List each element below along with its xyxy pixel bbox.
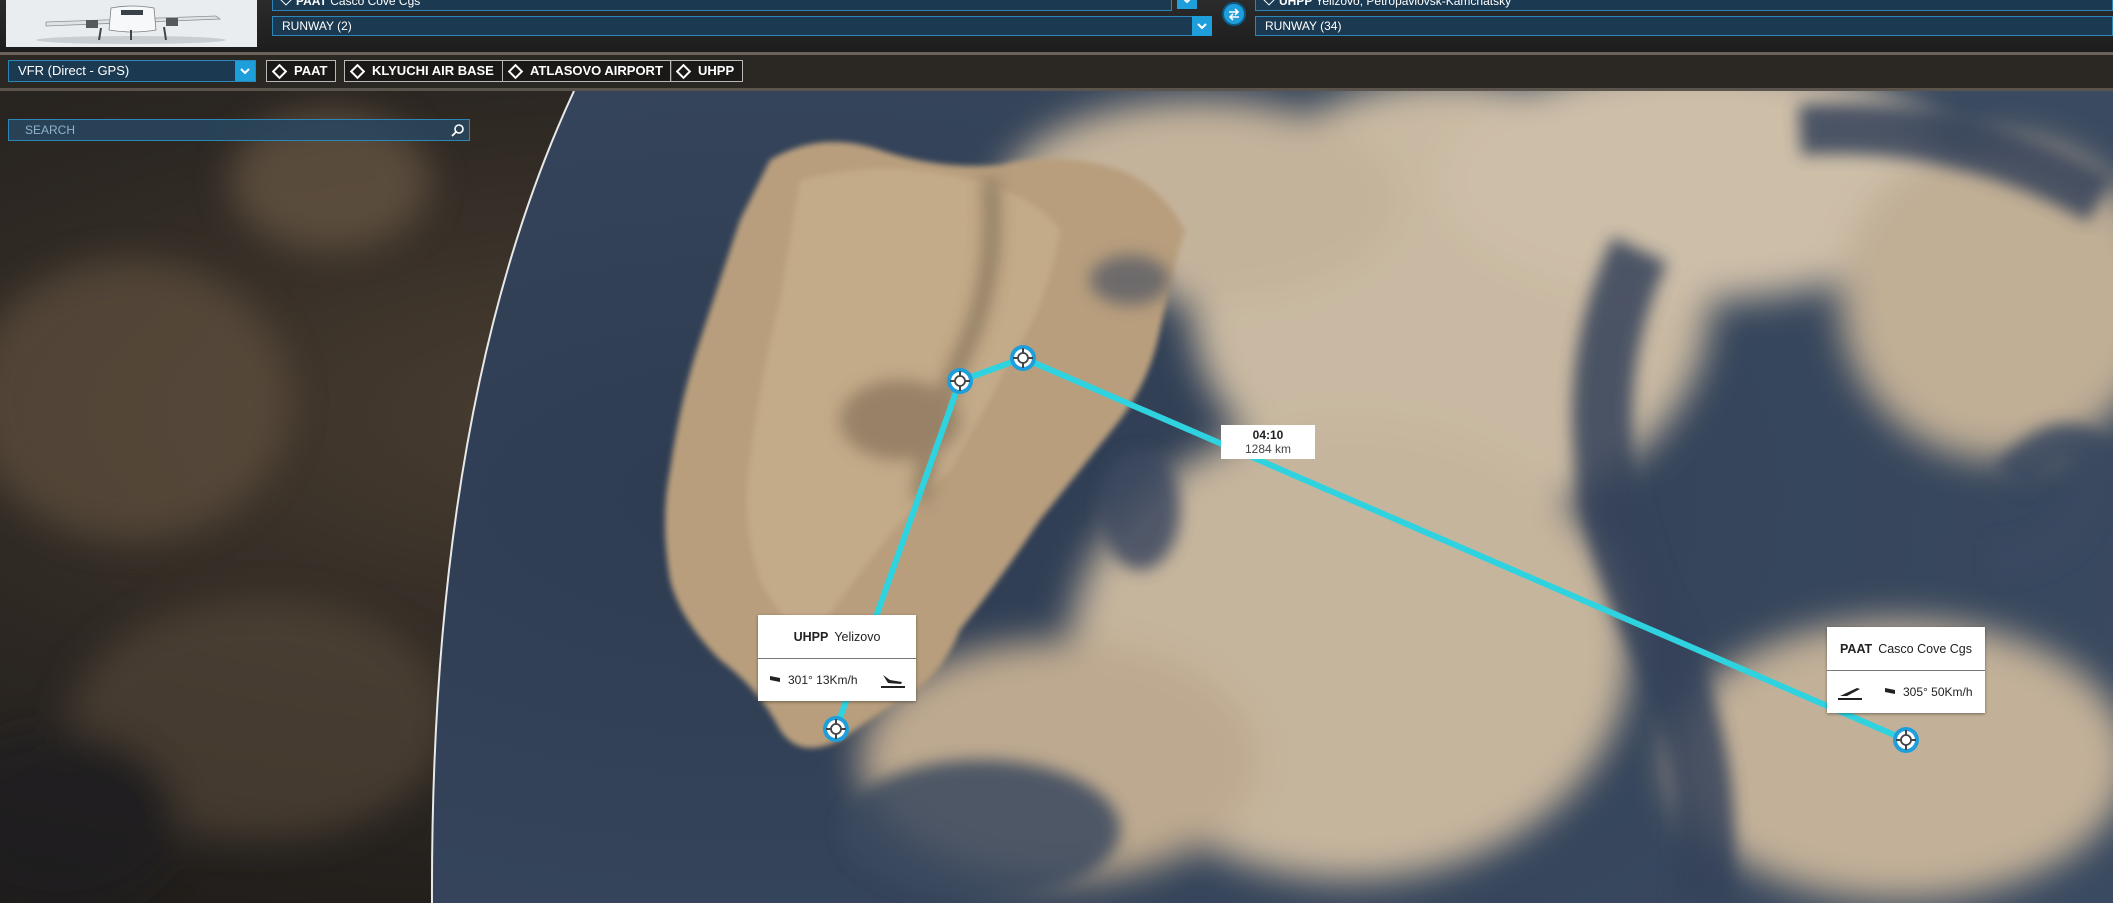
departure-airport-field[interactable]: PAAT Casco Cove Cgs <box>272 0 1172 11</box>
search-icon[interactable] <box>451 123 465 137</box>
chevron-down-icon <box>240 68 250 74</box>
card-wind: 301° 13Km/h <box>788 673 858 687</box>
arrival-airport-card[interactable]: UHPP Yelizovo 301° 13Km/h <box>758 615 916 701</box>
wind-sock-icon <box>1885 688 1895 698</box>
wind-sock-icon <box>770 676 780 686</box>
departure-runway-label: RUNWAY (2) <box>282 19 352 33</box>
landing-icon <box>881 675 905 688</box>
waypoint-diamond-icon <box>349 63 366 79</box>
waypoint-chip-label: PAAT <box>294 63 328 78</box>
arrival-runway-select[interactable]: RUNWAY (34) <box>1255 16 2113 36</box>
card-weather: 305° 50Km/h <box>1827 671 1985 713</box>
waypoint-chip-paat[interactable]: PAAT <box>266 60 337 82</box>
waypoint-marker-icon[interactable] <box>1007 342 1039 374</box>
arrival-runway-label: RUNWAY (34) <box>1265 19 1342 33</box>
waypoint-chip-label: UHPP <box>698 63 735 78</box>
waypoint-chip-klyuchi[interactable]: KLYUCHI AIR BASE <box>344 60 503 82</box>
arrival-icao: UHPP <box>1279 0 1313 8</box>
card-wind: 305° 50Km/h <box>1903 685 1973 699</box>
departure-runway-select[interactable]: RUNWAY (2) <box>272 16 1196 36</box>
departure-airport-card[interactable]: PAAT Casco Cove Cgs 305° 50Km/h <box>1827 627 1985 713</box>
waypoint-diamond-icon <box>280 0 292 6</box>
card-icao: PAAT <box>1840 641 1873 656</box>
waypoint-diamond-icon <box>1263 0 1275 6</box>
swap-icon <box>1228 8 1240 21</box>
waypoint-chip-atlasovo[interactable]: ATLASOVO AIRPORT <box>502 60 672 82</box>
card-airport-name: Casco Cove Cgs <box>1878 641 1972 656</box>
departure-dropdown-button[interactable] <box>1177 0 1197 9</box>
waypoint-diamond-icon <box>271 63 288 79</box>
card-header: PAAT Casco Cove Cgs <box>1827 627 1985 671</box>
departure-icao: PAAT <box>296 0 327 8</box>
waypoint-marker-icon[interactable] <box>1890 724 1922 756</box>
departure-runway-dropdown-button[interactable] <box>1192 16 1212 36</box>
card-icao: UHPP <box>793 629 829 644</box>
waypoint-chip-label: KLYUCHI AIR BASE <box>372 63 494 78</box>
waypoint-marker-icon[interactable] <box>944 365 976 397</box>
waypoint-chip-label: ATLASOVO AIRPORT <box>530 63 663 78</box>
takeoff-icon <box>1838 688 1862 700</box>
waypoint-diamond-icon <box>675 63 692 79</box>
waypoint-diamond-icon <box>507 63 524 79</box>
world-map[interactable] <box>0 91 2113 903</box>
flight-type-dropdown-button[interactable] <box>235 61 255 81</box>
aircraft-image <box>6 0 257 47</box>
search-placeholder: SEARCH <box>25 123 76 137</box>
chevron-down-icon <box>1183 0 1191 3</box>
arrival-airport-field[interactable]: UHPP Yelizovo, Petropavlovsk-Kamchatsky <box>1255 0 2113 11</box>
leg-distance: 1284 km <box>1244 442 1292 456</box>
arrival-name: Yelizovo, Petropavlovsk-Kamchatsky <box>1315 0 1512 8</box>
flight-type-label: VFR (Direct - GPS) <box>18 63 130 78</box>
chevron-down-icon <box>1197 23 1207 29</box>
search-input[interactable]: SEARCH <box>8 119 470 141</box>
satellite-map[interactable] <box>0 91 2113 903</box>
card-weather: 301° 13Km/h <box>758 659 916 701</box>
aircraft-thumbnail[interactable] <box>6 0 257 47</box>
departure-name: Casco Cove Cgs <box>330 0 421 8</box>
route-waypoint-bar: VFR (Direct - GPS) PAAT KLYUCHI AIR BASE… <box>0 55 2113 88</box>
swap-airports-button[interactable] <box>1222 2 1246 26</box>
leg-info-label: 04:10 1284 km <box>1221 425 1315 459</box>
card-header: UHPP Yelizovo <box>758 615 916 659</box>
waypoint-chip-uhpp[interactable]: UHPP <box>670 60 744 82</box>
flight-route-header: PAAT Casco Cove Cgs RUNWAY (2) UHPP Yeli… <box>0 0 2113 52</box>
flight-type-select[interactable]: VFR (Direct - GPS) <box>8 60 256 82</box>
leg-time: 04:10 <box>1252 428 1284 442</box>
waypoint-marker-icon[interactable] <box>820 713 852 745</box>
card-airport-name: Yelizovo <box>834 629 881 644</box>
